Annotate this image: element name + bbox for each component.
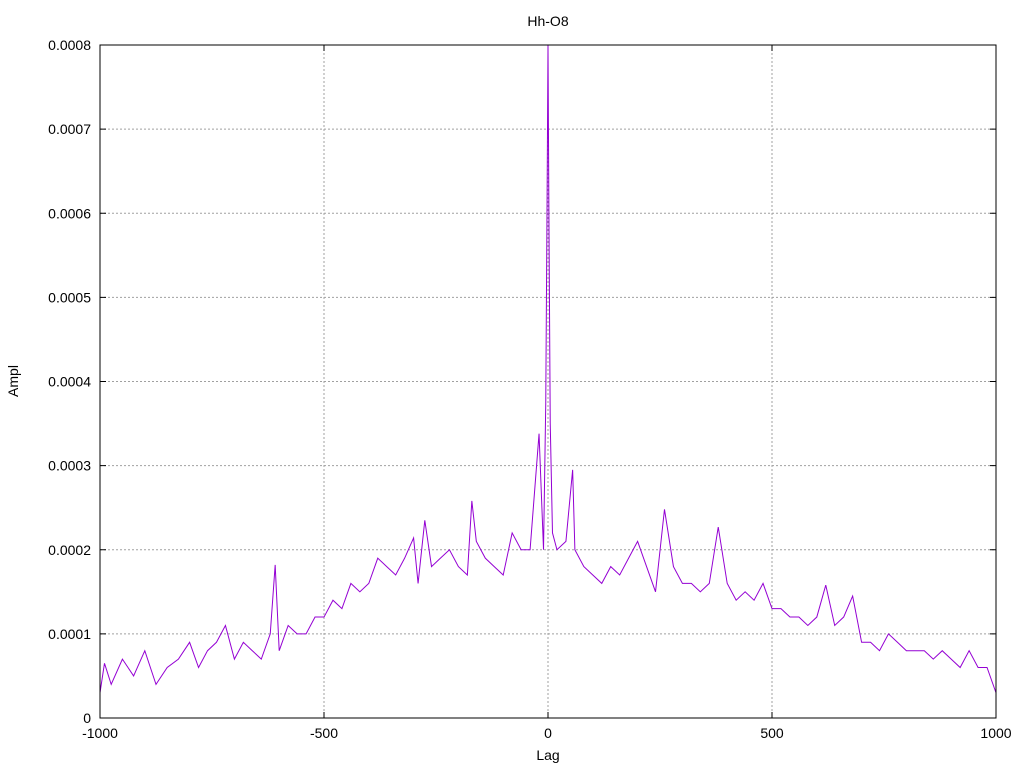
y-tick-label: 0 [83,710,91,726]
y-tick-label: 0.0006 [48,205,91,221]
y-tick-label: 0.0003 [48,458,91,474]
y-tick-label: 0.0001 [48,626,91,642]
y-tick-label: 0.0004 [48,374,91,390]
chart: Hh-O8 0 0.0001 0.0002 0.0003 0.0004 0.0005 0.0… [5,13,1012,763]
y-tick-label: 0.0005 [48,289,91,305]
grid [99,44,997,719]
x-tick-label: 500 [760,725,784,741]
y-tick-label: 0.0002 [48,542,91,558]
x-axis-label: Lag [536,747,559,763]
x-tick-label: -1000 [82,725,118,741]
y-tick-label: 0.0007 [48,121,91,137]
x-tick-label: -500 [310,725,338,741]
x-tick-label: 0 [544,725,552,741]
y-axis-label: Ampl [5,365,21,397]
chart-title: Hh-O8 [527,13,568,29]
y-tick-label: 0.0008 [48,37,91,53]
x-tick-label: 1000 [980,725,1011,741]
